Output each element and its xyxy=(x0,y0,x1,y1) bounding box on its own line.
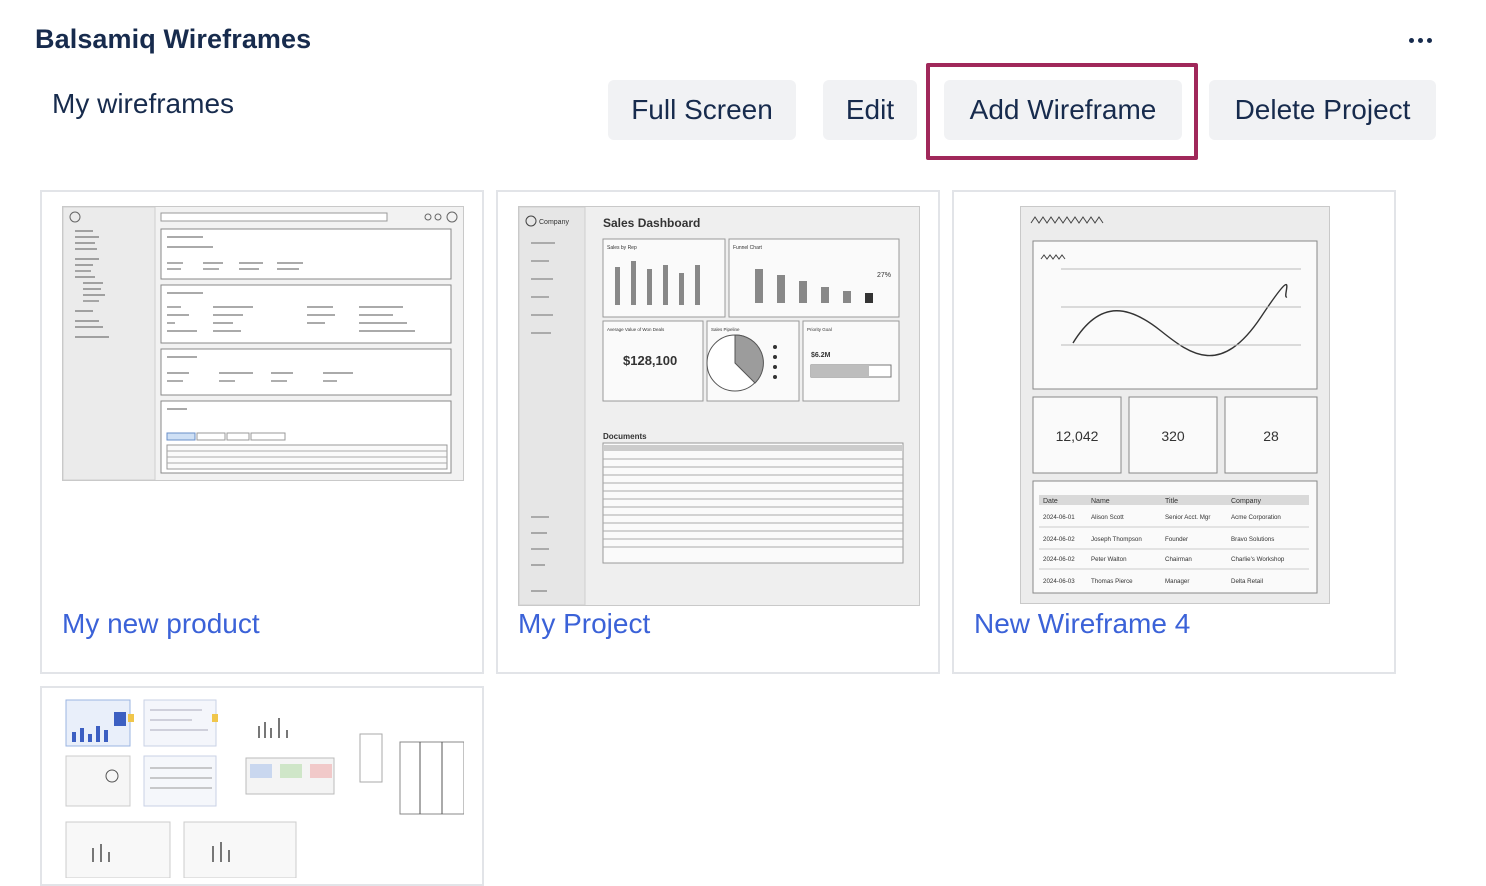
preview-sales-by-rep: Sales by Rep xyxy=(607,245,637,251)
preview-funnel-label: Funnel Chart xyxy=(733,245,763,251)
preview-cell: Chairman xyxy=(1165,556,1192,563)
preview-cell: 2024-06-02 xyxy=(1043,556,1075,563)
preview-heading: Sales Dashboard xyxy=(603,216,700,230)
preview-cell: Delta Retail xyxy=(1231,578,1263,585)
preview-cell: Senior Acct. Mgr xyxy=(1165,514,1210,521)
preview-cell: Joseph Thompson xyxy=(1091,536,1142,543)
wireframe-card-my-project[interactable]: Company Sales Dashboard Sales by Rep Fun… xyxy=(496,190,940,674)
preview-cell: Manager xyxy=(1165,578,1189,585)
preview-pipeline-label: Sales Pipeline xyxy=(711,327,740,332)
wireframe-thumbnail xyxy=(62,698,465,879)
preview-stat-2: 320 xyxy=(1161,428,1185,444)
preview-cell: Bravo Solutions xyxy=(1231,536,1274,543)
preview-metric-value: $128,100 xyxy=(623,353,677,368)
preview-cell: 2024-06-02 xyxy=(1043,536,1075,543)
preview-col-title: Title xyxy=(1165,498,1178,505)
wireframe-title[interactable]: My Project xyxy=(518,608,650,640)
full-screen-button[interactable]: Full Screen xyxy=(608,80,796,140)
preview-cell: Alison Scott xyxy=(1091,514,1124,521)
preview-funnel-pct: 27% xyxy=(877,272,891,279)
edit-button[interactable]: Edit xyxy=(823,80,917,140)
preview-priority-value: $6.2M xyxy=(811,352,831,359)
wireframe-card-collage[interactable] xyxy=(40,686,484,886)
preview-cell: Founder xyxy=(1165,536,1188,543)
preview-col-company: Company xyxy=(1231,498,1261,505)
preview-cell: Acme Corporation xyxy=(1231,514,1281,521)
preview-cell: Peter Walton xyxy=(1091,556,1127,563)
preview-col-date: Date xyxy=(1043,498,1058,505)
wireframe-thumbnail: Company Sales Dashboard Sales by Rep Fun… xyxy=(518,206,920,606)
highlight-box xyxy=(926,63,1198,160)
wireframe-thumbnail xyxy=(62,206,464,481)
preview-col-name: Name xyxy=(1091,498,1110,505)
more-actions-icon[interactable] xyxy=(1400,22,1440,58)
preview-cell: 2024-06-01 xyxy=(1043,514,1075,521)
preview-priority-label: Priority Goal xyxy=(807,327,832,332)
preview-documents-label: Documents xyxy=(603,432,647,441)
preview-stat-1: 12,042 xyxy=(1056,428,1099,444)
wireframe-title[interactable]: My new product xyxy=(62,608,260,640)
preview-cell: Thomas Pierce xyxy=(1091,578,1133,585)
delete-project-button[interactable]: Delete Project xyxy=(1209,80,1436,140)
preview-stat-3: 28 xyxy=(1263,428,1279,444)
wireframe-card-new-wireframe-4[interactable]: 12,042 320 28 Date Name Title Company 20… xyxy=(952,190,1396,674)
preview-cell: Charlie's Workshop xyxy=(1231,556,1285,563)
wireframe-card-my-new-product[interactable]: My new product xyxy=(40,190,484,674)
preview-company-label: Company xyxy=(539,219,569,226)
project-name: My wireframes xyxy=(52,88,235,119)
wireframe-title[interactable]: New Wireframe 4 xyxy=(974,608,1190,640)
app-title: Balsamiq Wireframes xyxy=(35,24,312,54)
preview-metric-label: Average Value of Won Deals xyxy=(607,327,665,332)
preview-cell: 2024-06-03 xyxy=(1043,578,1075,585)
wireframe-thumbnail: 12,042 320 28 Date Name Title Company 20… xyxy=(1020,206,1330,604)
